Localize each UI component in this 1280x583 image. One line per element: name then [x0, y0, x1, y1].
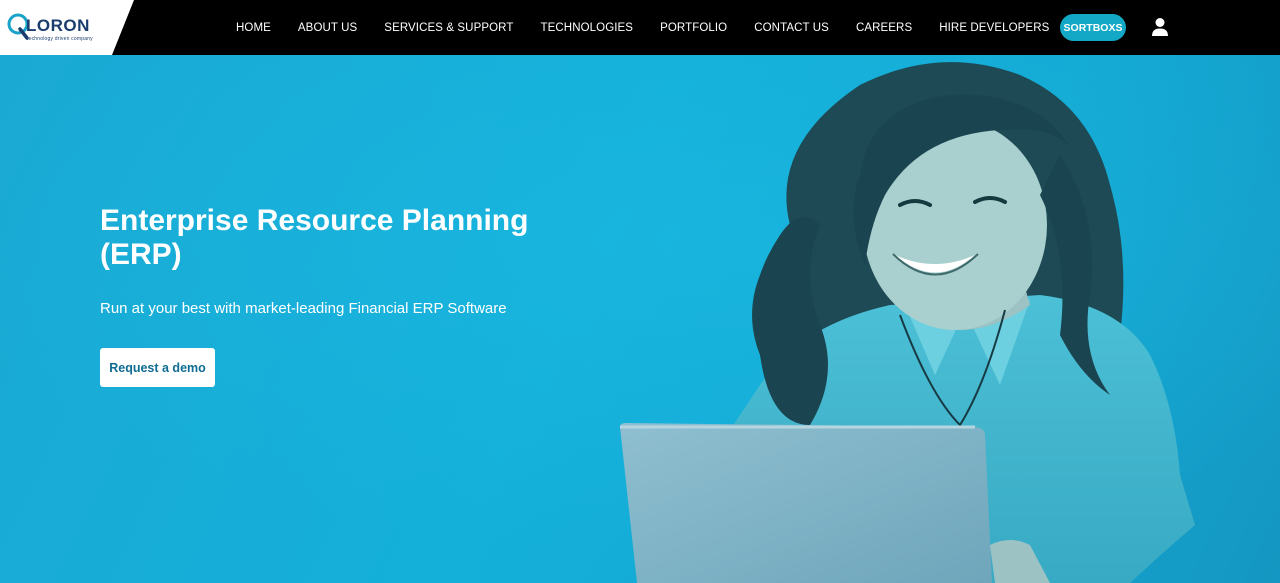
main-nav: HOME ABOUT US SERVICES & SUPPORT TECHNOL…: [236, 0, 1076, 55]
logo-wordmark: LORON: [26, 16, 90, 35]
hero-title: Enterprise Resource Planning (ERP): [100, 204, 529, 271]
hero-subtitle: Run at your best with market-leading Fin…: [100, 300, 507, 317]
logo[interactable]: LORON technology driven company: [0, 0, 134, 55]
nav-item-about-us[interactable]: ABOUT US: [298, 22, 357, 34]
hero-section: Enterprise Resource Planning (ERP) Run a…: [0, 55, 1280, 583]
nav-item-portfolio[interactable]: PORTFOLIO: [660, 22, 727, 34]
nav-item-careers[interactable]: CAREERS: [856, 22, 912, 34]
sortboxs-button[interactable]: SORTBOXS: [1060, 14, 1126, 41]
top-navbar: LORON technology driven company HOME ABO…: [0, 0, 1280, 55]
woman-with-laptop-image: [0, 55, 1280, 583]
nav-item-technologies[interactable]: TECHNOLOGIES: [541, 22, 634, 34]
nav-item-home[interactable]: HOME: [236, 22, 271, 34]
nav-item-services-support[interactable]: SERVICES & SUPPORT: [384, 22, 513, 34]
nav-item-hire-developers[interactable]: HIRE DEVELOPERS: [939, 22, 1049, 34]
user-icon[interactable]: [1151, 17, 1169, 37]
request-demo-button[interactable]: Request a demo: [100, 348, 215, 387]
nav-item-contact-us[interactable]: CONTACT US: [754, 22, 829, 34]
logo-tagline: technology driven company: [27, 36, 93, 42]
